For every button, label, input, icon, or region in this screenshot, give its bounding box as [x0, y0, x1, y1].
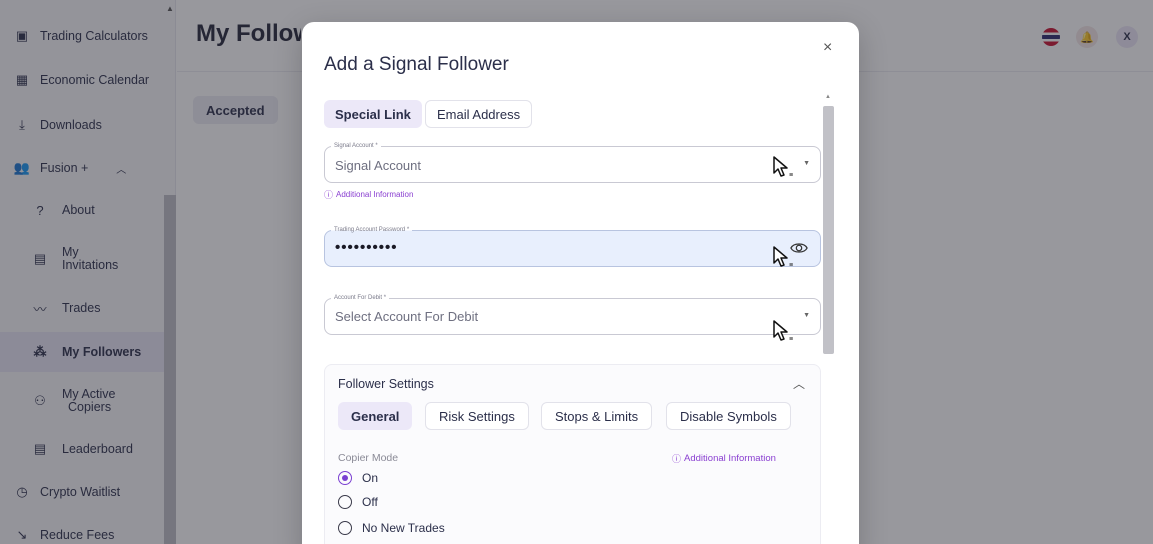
copier-mode-on-radio[interactable]: On — [338, 471, 378, 485]
field-label: Trading Account Password * — [331, 225, 413, 235]
tab-risk-settings[interactable]: Risk Settings — [425, 402, 529, 430]
tab-special-link[interactable]: Special Link — [324, 100, 422, 128]
add-signal-follower-modal: Add a Signal Follower × ▲ Special Link E… — [302, 22, 859, 544]
radio-dot — [338, 471, 352, 485]
radio-label: On — [362, 471, 379, 485]
chevron-up-icon[interactable]: ︿ — [793, 375, 805, 392]
svg-text:≡: ≡ — [789, 262, 793, 269]
additional-information-label: Additional Information — [684, 453, 776, 464]
close-icon[interactable]: × — [823, 39, 832, 57]
field-label: Signal Account * — [331, 141, 381, 151]
svg-text:≡: ≡ — [789, 336, 793, 343]
scroll-up-icon[interactable]: ▲ — [825, 94, 831, 100]
dropdown-arrow-icon[interactable]: ▼ — [803, 160, 810, 167]
radio-dot — [338, 521, 352, 535]
field-label: Account For Debit * — [331, 293, 390, 303]
radio-label: No New Trades — [362, 521, 445, 535]
cursor-icon: ≡ — [773, 320, 793, 343]
info-icon: ⓘ — [324, 190, 334, 200]
cursor-icon: ≡ — [773, 246, 793, 269]
follower-settings-title: Follower Settings — [338, 377, 434, 391]
svg-text:≡: ≡ — [789, 172, 793, 179]
account-for-debit-select[interactable]: Account For Debit * Select Account For D… — [324, 293, 821, 343]
trading-account-password-field[interactable]: Trading Account Password * •••••••••• ≡ — [324, 225, 821, 269]
copier-mode-off-radio[interactable]: Off — [338, 495, 378, 509]
additional-information-link[interactable]: ⓘ Additional Information — [324, 188, 413, 201]
follower-settings-panel: Follower Settings ︿ General Risk Setting… — [324, 364, 821, 544]
tab-disable-symbols[interactable]: Disable Symbols — [666, 402, 791, 430]
additional-information-label: Additional Information — [336, 190, 414, 199]
radio-dot — [338, 495, 352, 509]
modal-title: Add a Signal Follower — [324, 54, 509, 75]
field-placeholder: Select Account For Debit — [335, 309, 479, 324]
copier-mode-label: Copier Mode — [338, 452, 399, 464]
tab-general[interactable]: General — [338, 402, 413, 430]
info-icon: ⓘ — [672, 454, 682, 464]
radio-label: Off — [362, 495, 378, 509]
tab-stops-limits[interactable]: Stops & Limits — [541, 402, 653, 430]
dropdown-arrow-icon[interactable]: ▼ — [803, 312, 810, 319]
signal-account-select[interactable]: Signal Account * Signal Account ▼ ≡ — [324, 141, 821, 183]
field-placeholder: Signal Account — [335, 158, 422, 173]
tab-email-address[interactable]: Email Address — [425, 100, 533, 128]
additional-information-link[interactable]: ⓘ Additional Information — [672, 452, 776, 465]
modal-scrollbar[interactable] — [823, 106, 834, 354]
copier-mode-no-new-trades-radio[interactable]: No New Trades — [338, 521, 445, 535]
password-value: •••••••••• — [335, 239, 398, 256]
cursor-icon: ≡ — [773, 156, 793, 179]
